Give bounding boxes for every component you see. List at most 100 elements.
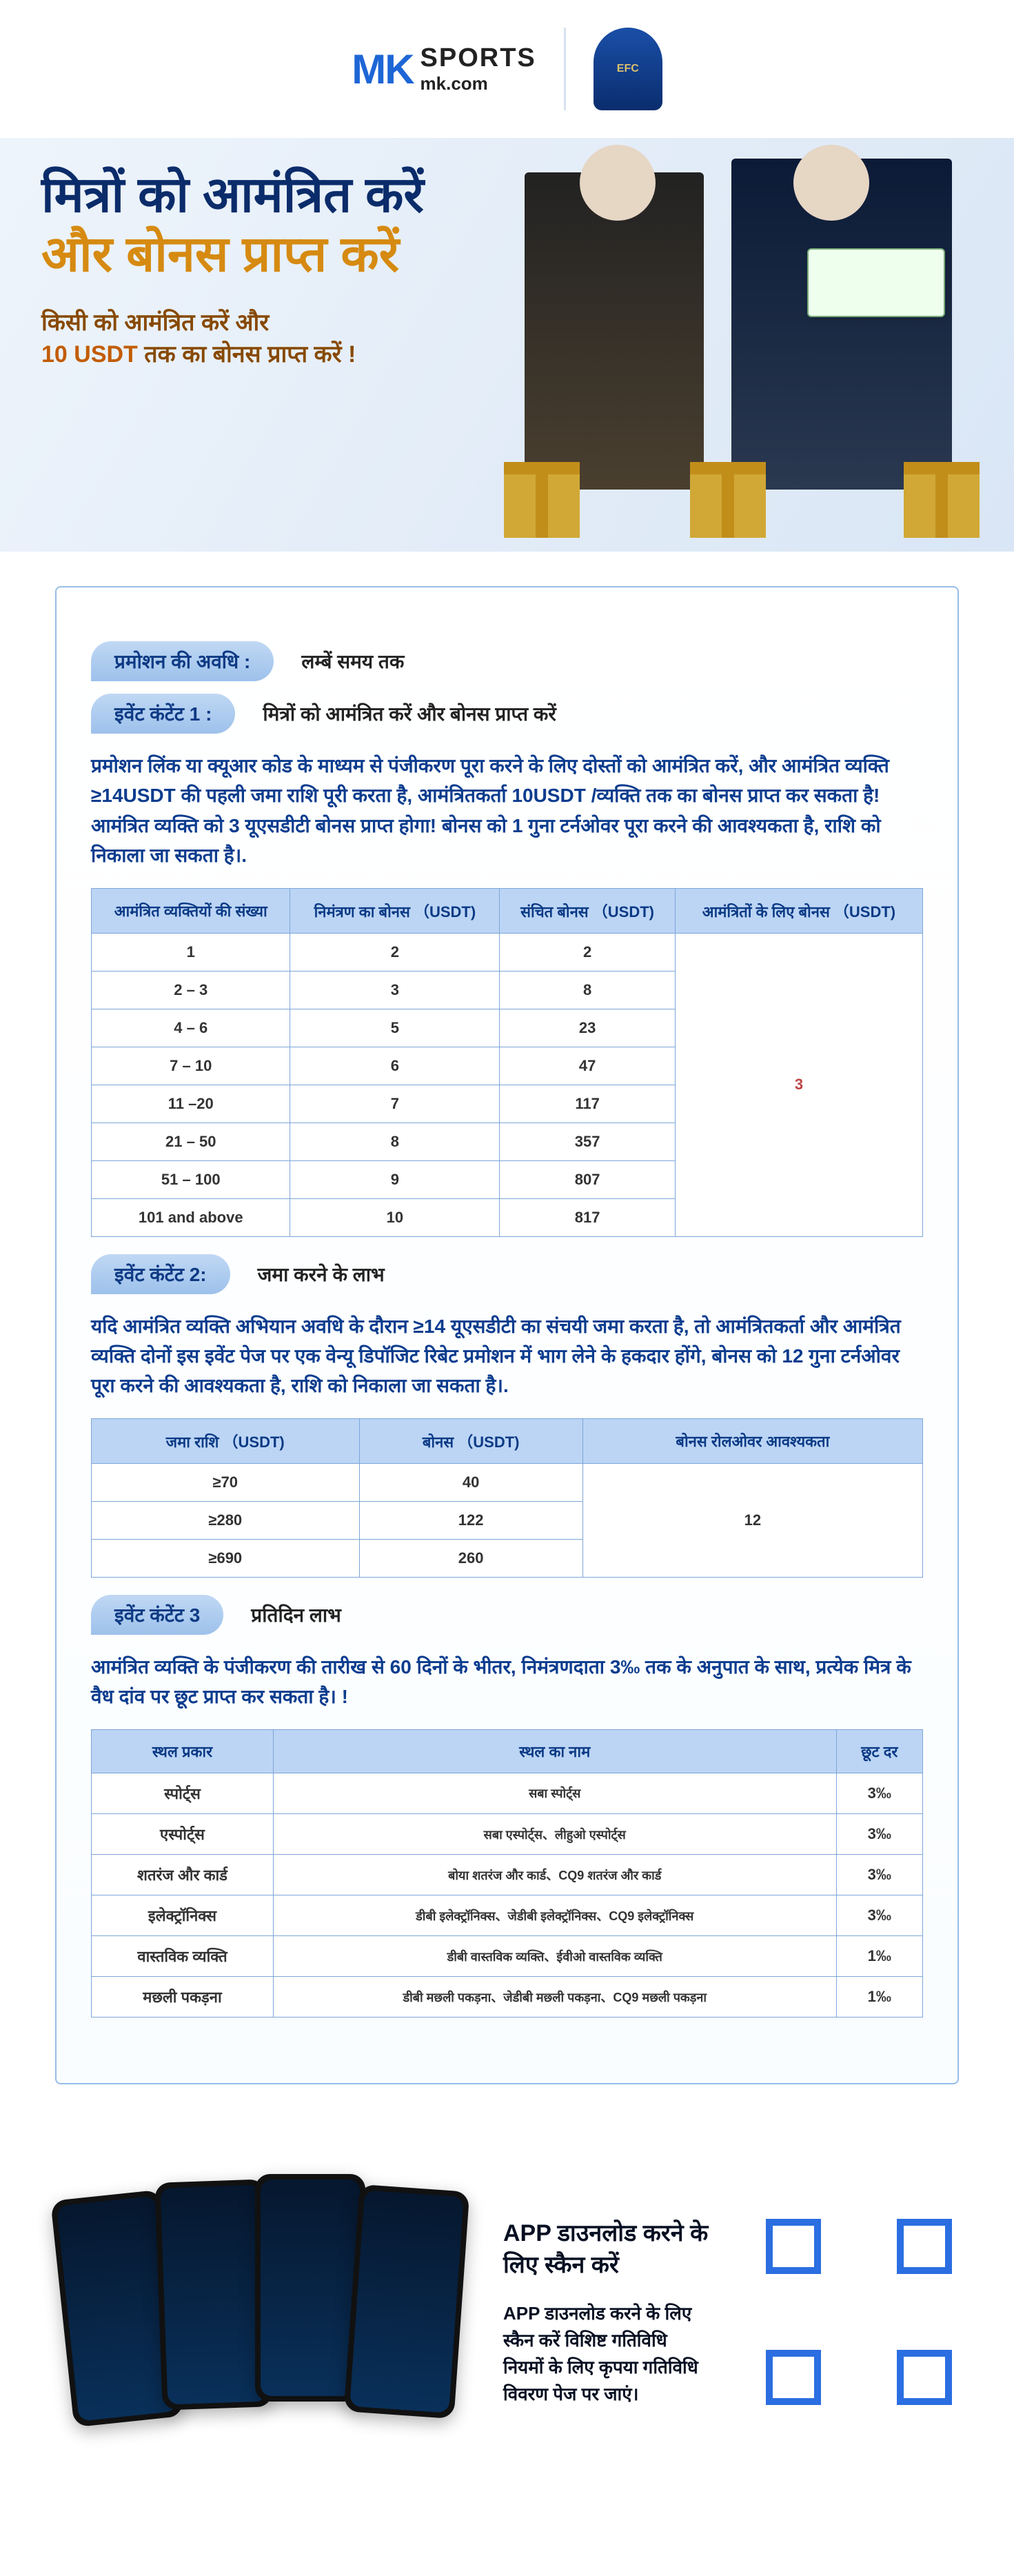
table-cell: 122 xyxy=(359,1501,582,1539)
table-cell: 10 xyxy=(290,1198,500,1236)
table-cell: 1‰ xyxy=(836,1976,922,2017)
invite-bonus-table: आमंत्रित व्यक्तियों की संख्यानिमंत्रण का… xyxy=(91,888,923,1237)
rollover-cell: 12 xyxy=(582,1463,922,1577)
period-value: लम्बें समय तक xyxy=(301,648,404,674)
table-cell: 357 xyxy=(500,1123,676,1160)
period-pill: प्रमोशन की अवधि : xyxy=(91,641,274,681)
event2-text: यदि आमंत्रित व्यक्ति अभियान अवधि के दौरा… xyxy=(91,1311,923,1401)
brand-sports: SPORTS xyxy=(420,43,536,73)
table-row: इलेक्ट्रॉनिक्सडीबी इलेक्ट्रॉनिक्स、जेडीबी… xyxy=(92,1895,923,1935)
qr-code-frame xyxy=(766,2219,952,2405)
table-cell: मछली पकड़ना xyxy=(92,1976,274,2017)
table-cell: 9 xyxy=(290,1160,500,1198)
download-heading: APP डाउनलोड करने के लिए स्कैन करें xyxy=(503,2216,711,2280)
brand-logo: MK SPORTSmk.com xyxy=(352,43,536,94)
col-header: बोनस （USDT) xyxy=(359,1418,582,1463)
phone-screenshots xyxy=(62,2167,448,2457)
gift-box-icon xyxy=(690,462,766,538)
table-cell: सबा एस्पोर्ट्स、लीहुओ एस्पोर्ट्स xyxy=(273,1813,836,1854)
gift-box-icon xyxy=(904,462,980,538)
table-cell: 7 xyxy=(290,1085,500,1123)
event1-pill: इवेंट कंटेंट 1 : xyxy=(91,694,235,734)
hero-title-1: मित्रों को आमंत्रित करें xyxy=(41,165,424,225)
table-cell: 817 xyxy=(500,1198,676,1236)
table-cell: 1‰ xyxy=(836,1935,922,1976)
table-cell: 6 xyxy=(290,1047,500,1085)
table-cell: 1 xyxy=(92,933,290,971)
table-cell: 3 xyxy=(290,971,500,1009)
table-cell: 23 xyxy=(500,1009,676,1047)
table-row: वास्तविक व्यक्तिडीबी वास्तविक व्यक्ति、ईव… xyxy=(92,1935,923,1976)
table-cell: 5 xyxy=(290,1009,500,1047)
table-cell: 11 –20 xyxy=(92,1085,290,1123)
download-text: APP डाउनलोड करने के लिए स्कैन करें विशिष… xyxy=(503,2300,711,2408)
col-header: स्थल प्रकार xyxy=(92,1729,274,1773)
table-cell: 40 xyxy=(359,1463,582,1501)
brand-mk: MK xyxy=(352,46,413,93)
col-header: आमंत्रित व्यक्तियों की संख्या xyxy=(92,888,290,933)
divider xyxy=(564,28,566,110)
table-cell: 8 xyxy=(290,1123,500,1160)
table-cell: 21 – 50 xyxy=(92,1123,290,1160)
col-header: बोनस रोलओवर आवश्यकता xyxy=(582,1418,922,1463)
table-row: मछली पकड़नाडीबी मछली पकड़ना、जेडीबी मछली … xyxy=(92,1976,923,2017)
table-cell: 2 – 3 xyxy=(92,971,290,1009)
table-cell: 2 xyxy=(290,933,500,971)
content-card: प्रमोशन की अवधि : लम्बें समय तक इवेंट कं… xyxy=(55,586,959,2084)
table-cell: ≥280 xyxy=(92,1501,360,1539)
table-cell: 2 xyxy=(500,933,676,971)
col-header: निमंत्रण का बोनस （USDT) xyxy=(290,888,500,933)
table-row: एस्पोर्ट्ससबा एस्पोर्ट्स、लीहुओ एस्पोर्ट्… xyxy=(92,1813,923,1854)
deposit-bonus-table: जमा राशि （USDT)बोनस （USDT)बोनस रोलओवर आव… xyxy=(91,1418,923,1578)
table-cell: 260 xyxy=(359,1539,582,1577)
table-cell: बोया शतरंज और कार्ड、CQ9 शतरंज और कार्ड xyxy=(273,1854,836,1895)
table-cell: 807 xyxy=(500,1160,676,1198)
table-row: ≥704012 xyxy=(92,1463,923,1501)
col-header: आमंत्रितों के लिए बोनस （USDT) xyxy=(675,888,922,933)
table-cell: 3‰ xyxy=(836,1813,922,1854)
table-cell: 117 xyxy=(500,1085,676,1123)
event3-pill: इवेंट कंटेंट 3 xyxy=(91,1595,223,1635)
table-cell: इलेक्ट्रॉनिक्स xyxy=(92,1895,274,1935)
table-cell: डीबी वास्तविक व्यक्ति、ईवीओ वास्तविक व्यक… xyxy=(273,1935,836,1976)
col-header: जमा राशि （USDT) xyxy=(92,1418,360,1463)
table-cell: ≥690 xyxy=(92,1539,360,1577)
gift-box-icon xyxy=(504,462,580,538)
download-section: APP डाउनलोड करने के लिए स्कैन करें APP ड… xyxy=(0,2119,1014,2526)
table-cell: 7 – 10 xyxy=(92,1047,290,1085)
hero-subtitle: किसी को आमंत्रित करें और10 USDT तक का बो… xyxy=(41,305,424,369)
event3-text: आमंत्रित व्यक्ति के पंजीकरण की तारीख से … xyxy=(91,1652,923,1712)
table-cell: 3‰ xyxy=(836,1773,922,1813)
hero-title-2: और बोनस प्राप्त करें xyxy=(41,225,424,284)
table-row: 1223 xyxy=(92,933,923,971)
invitee-bonus-cell: 3 xyxy=(675,933,922,1236)
event2-title: जमा करने के लाभ xyxy=(258,1261,385,1287)
table-cell: स्पोर्ट्स xyxy=(92,1773,274,1813)
table-cell: 47 xyxy=(500,1047,676,1085)
table-cell: डीबी इलेक्ट्रॉनिक्स、जेडीबी इलेक्ट्रॉनिक्… xyxy=(273,1895,836,1935)
table-cell: ≥70 xyxy=(92,1463,360,1501)
event3-title: प्रतिदिन लाभ xyxy=(251,1602,341,1628)
table-cell: 3‰ xyxy=(836,1854,922,1895)
table-cell: डीबी मछली पकड़ना、जेडीबी मछली पकड़ना、CQ9 … xyxy=(273,1976,836,2017)
table-cell: शतरंज और कार्ड xyxy=(92,1854,274,1895)
hero-section: मित्रों को आमंत्रित करें और बोनस प्राप्त… xyxy=(0,138,1014,552)
hero-illustration xyxy=(490,152,986,538)
table-cell: 8 xyxy=(500,971,676,1009)
table-cell: 51 – 100 xyxy=(92,1160,290,1198)
col-header: छूट दर xyxy=(836,1729,922,1773)
col-header: स्थल का नाम xyxy=(273,1729,836,1773)
table-row: स्पोर्ट्ससबा स्पोर्ट्स3‰ xyxy=(92,1773,923,1813)
event1-text: प्रमोशन लिंक या क्यूआर कोड के माध्यम से … xyxy=(91,751,923,871)
col-header: संचित बोनस （USDT) xyxy=(500,888,676,933)
table-cell: 3‰ xyxy=(836,1895,922,1935)
table-cell: एस्पोर्ट्स xyxy=(92,1813,274,1854)
table-cell: वास्तविक व्यक्ति xyxy=(92,1935,274,1976)
brand-domain: mk.com xyxy=(420,73,536,94)
table-cell: सबा स्पोर्ट्स xyxy=(273,1773,836,1813)
event1-title: मित्रों को आमंत्रित करें और बोनस प्राप्त… xyxy=(263,701,556,727)
club-badge-icon: EFC xyxy=(594,28,662,110)
table-row: शतरंज और कार्डबोया शतरंज और कार्ड、CQ9 शत… xyxy=(92,1854,923,1895)
table-cell: 4 – 6 xyxy=(92,1009,290,1047)
rebate-table: स्थल प्रकारस्थल का नामछूट दरस्पोर्ट्ससबा… xyxy=(91,1729,923,2017)
